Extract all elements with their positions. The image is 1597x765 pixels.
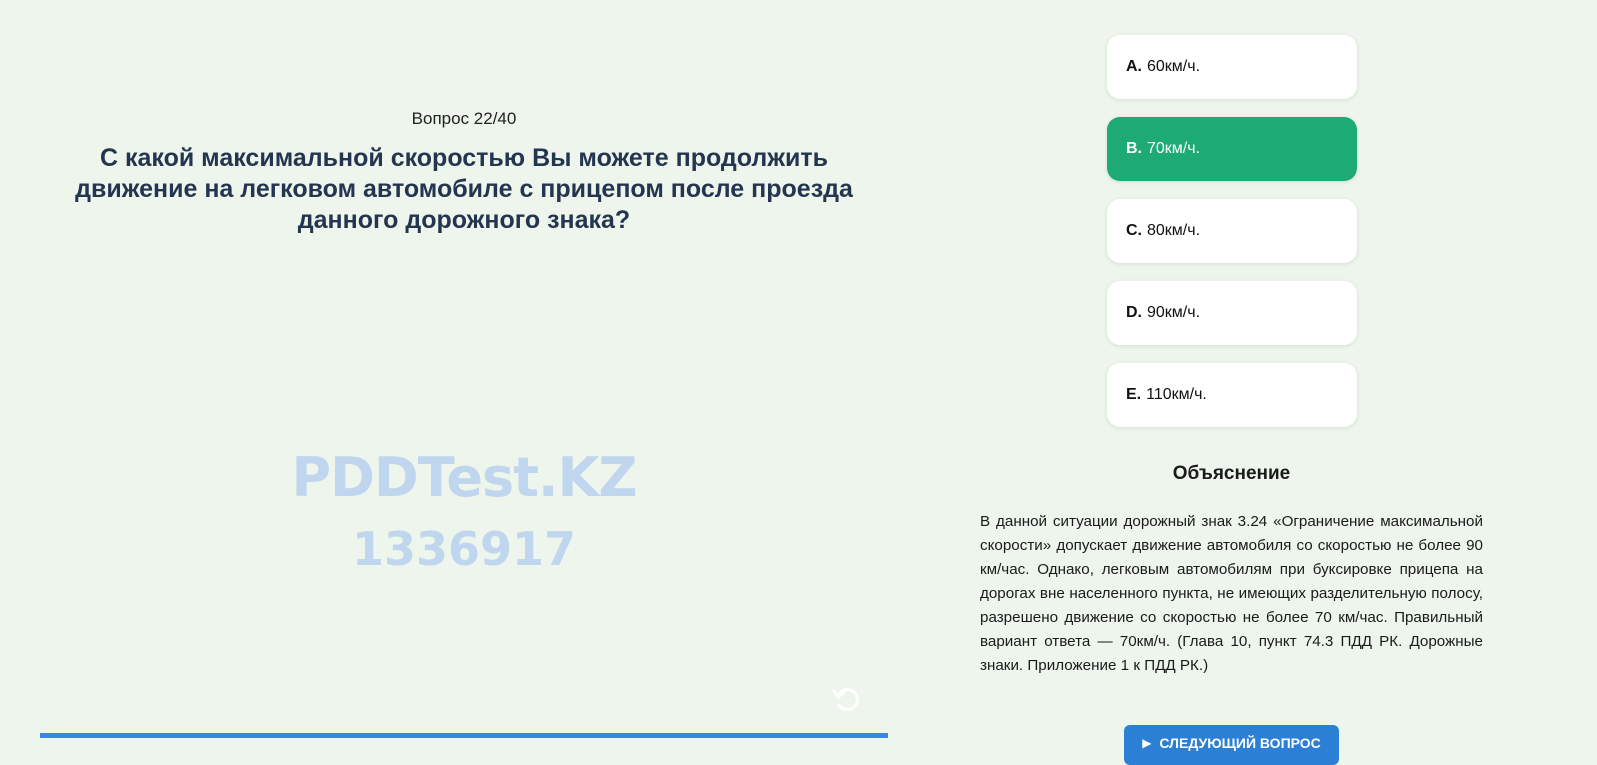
answer-option-b[interactable]: B. 70км/ч. <box>1107 117 1357 181</box>
explanation-title: Объяснение <box>1172 463 1291 484</box>
option-text: 110км/ч. <box>1146 386 1207 403</box>
question-text: С какой максимальной скоростью Вы можете… <box>75 144 853 234</box>
option-text: 80км/ч. <box>1147 222 1201 239</box>
answer-panel: A. 60км/ч. B. 70км/ч. C. 80км/ч. D. 90км… <box>960 0 1523 765</box>
next-question-button[interactable]: ▶ Следующий вопрос <box>1124 725 1339 765</box>
option-letter: D. <box>1126 304 1142 321</box>
progress-fill <box>40 733 888 738</box>
answer-option-c[interactable]: C. 80км/ч. <box>1107 199 1357 263</box>
option-text: 90км/ч. <box>1147 304 1201 321</box>
option-text: 60км/ч. <box>1147 58 1201 75</box>
watermark-id: 1336917 <box>351 522 577 576</box>
question-counter: Вопрос 22/40 <box>411 109 517 128</box>
progress-bar <box>40 733 888 738</box>
answer-options: A. 60км/ч. B. 70км/ч. C. 80км/ч. D. 90км… <box>1107 35 1357 445</box>
watermark-site: PDDTest.KZ <box>291 446 638 509</box>
question-image-watermark: PDDTest.KZ 1336917 <box>40 447 888 589</box>
option-letter: C. <box>1126 222 1142 239</box>
option-letter: E. <box>1126 386 1142 403</box>
answer-option-d[interactable]: D. 90км/ч. <box>1107 281 1357 345</box>
next-question-label: Следующий вопрос <box>1159 735 1321 751</box>
replay-icon[interactable] <box>830 682 864 716</box>
explanation-text: В данной ситуации дорожный знак 3.24 «Ог… <box>980 513 1483 674</box>
option-letter: A. <box>1126 58 1142 75</box>
option-text: 70км/ч. <box>1147 140 1201 157</box>
play-icon: ▶ <box>1142 736 1152 750</box>
answer-option-e[interactable]: E. 110км/ч. <box>1107 363 1357 427</box>
answer-option-a[interactable]: A. 60км/ч. <box>1107 35 1357 99</box>
question-panel: Вопрос 22/40 С какой максимальной скорос… <box>40 0 888 747</box>
option-letter: B. <box>1126 140 1142 157</box>
